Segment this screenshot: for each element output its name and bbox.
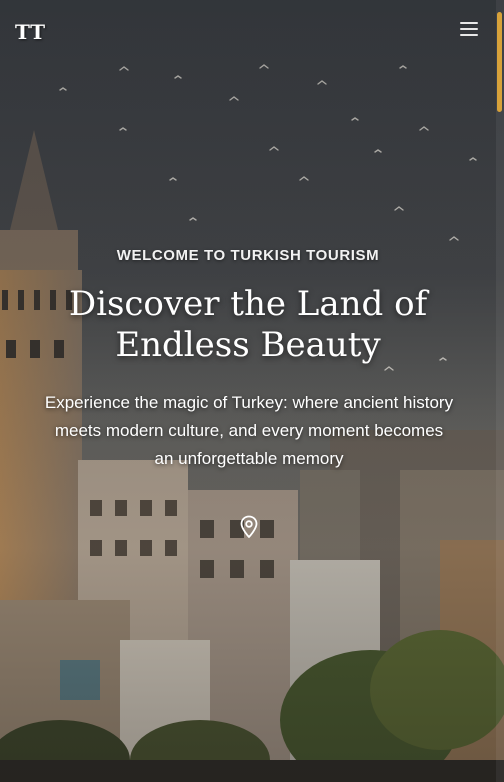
site-logo[interactable]: TT: [15, 20, 46, 44]
hero-eyebrow: WELCOME TO TURKISH TOURISM: [116, 247, 380, 264]
map-pin-icon[interactable]: [239, 515, 259, 539]
hero-section: TT WELCOME TO TURKISH TOURISM Discover t…: [0, 0, 504, 782]
hero-title-line-2: Endless Beauty: [115, 325, 381, 365]
hero-subtitle-line-1: Experience the magic of Turkey: where an…: [44, 393, 454, 412]
hero-title-line-1: Discover the Land of: [68, 284, 428, 324]
hero-subtitle: Experience the magic of Turkey: where an…: [14, 389, 484, 473]
scrollbar-track[interactable]: [496, 0, 504, 782]
hero-title: Discover the Land of Endless Beauty: [0, 284, 496, 366]
scrollbar-thumb[interactable]: [497, 12, 502, 112]
hero-subtitle-line-2: meets modern culture, and every moment b…: [54, 421, 444, 440]
hero-subtitle-line-3: an unforgettable memory: [154, 449, 344, 468]
hamburger-menu-icon[interactable]: [458, 20, 480, 38]
